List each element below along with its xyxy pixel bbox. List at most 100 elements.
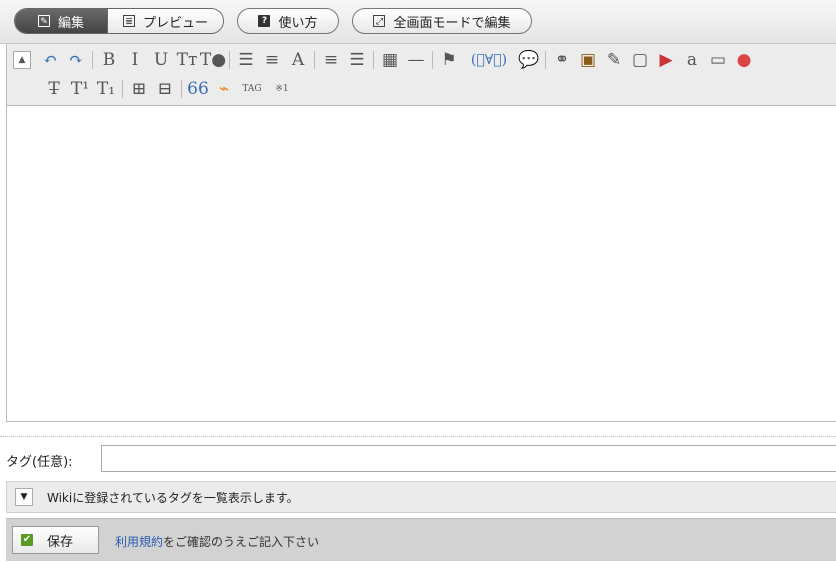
align-right-icon: ☰	[349, 50, 365, 70]
superscript-icon: T¹	[70, 79, 90, 99]
map-pin-button[interactable]: ●	[733, 49, 755, 71]
table-icon: ▦	[381, 50, 399, 70]
bold-button[interactable]: B	[98, 49, 120, 71]
toolbar-separator	[122, 80, 123, 98]
text-style-button[interactable]: A	[287, 49, 309, 71]
tag-label: タグ(任意):	[6, 455, 73, 470]
mode-bar: ✎ 編集 ≣ プレビュー ? 使い方 ⤢ 全画面モードで編集	[0, 0, 836, 44]
terms-link[interactable]: 利用規約	[115, 535, 163, 549]
text-style-icon: A	[291, 50, 305, 70]
subscript-button[interactable]: T₁	[95, 78, 117, 100]
font-size-icon: Tт	[176, 50, 198, 70]
numbered-list-button[interactable]: ≡	[261, 49, 283, 71]
align-center-button[interactable]: ≡	[320, 49, 342, 71]
quote-icon: 66	[187, 79, 209, 99]
strikethrough-button[interactable]: T̶	[43, 78, 65, 100]
footnote-button[interactable]: ※1	[269, 78, 295, 100]
horizontal-rule-button[interactable]: —	[405, 49, 427, 71]
underline-icon: U	[153, 50, 169, 70]
underline-button[interactable]: U	[150, 49, 172, 71]
tag-button[interactable]: TAG	[239, 78, 265, 100]
insert-before-button[interactable]: ⊞	[128, 78, 150, 100]
tag-input[interactable]	[101, 445, 836, 472]
video-button[interactable]: ▢	[629, 49, 651, 71]
toolbar-separator	[181, 80, 182, 98]
toolbar-separator	[229, 51, 230, 69]
chevron-down-icon: ▼	[20, 492, 28, 502]
insert-before-icon: ⊞	[131, 79, 147, 99]
footnote-icon: ※1	[275, 84, 289, 94]
fullscreen-label: 全画面モードで編集	[393, 15, 511, 31]
redo-icon: ↷	[68, 50, 84, 70]
emoticon-icon: (ﾟ∀ﾟ)	[470, 52, 508, 68]
editor-area	[6, 106, 836, 422]
stamp-button[interactable]: ⚑	[438, 49, 460, 71]
rss-button[interactable]: ⌁	[213, 78, 235, 100]
tag-list-toggle-row[interactable]: ▼ Wikiに登録されているタグを一覧表示します。	[6, 481, 836, 513]
link-icon: ⚭	[554, 50, 570, 70]
amazon-button[interactable]: a	[681, 49, 703, 71]
toolbar-separator	[373, 51, 374, 69]
tag-icon: TAG	[242, 84, 262, 94]
image-button[interactable]: ▣	[577, 49, 599, 71]
collapse-toolbar-button[interactable]: ▲	[13, 51, 31, 69]
italic-button[interactable]: I	[124, 49, 146, 71]
preview-icon: ≣	[122, 15, 135, 27]
youtube-button[interactable]: ▶	[655, 49, 677, 71]
rss-icon: ⌁	[218, 79, 230, 99]
youtube-icon: ▶	[659, 50, 673, 70]
edit-mode-label: 編集	[57, 15, 84, 31]
emoticon-button[interactable]: (ﾟ∀ﾟ)	[464, 49, 514, 71]
save-button[interactable]: ✔ 保存	[12, 526, 99, 554]
fullscreen-icon: ⤢	[373, 15, 386, 27]
game-icon: ▭	[709, 50, 727, 70]
edit-mode-tab[interactable]: ✎ 編集	[15, 9, 107, 33]
bullet-list-button[interactable]: ☰	[235, 49, 257, 71]
horizontal-rule-icon: —	[407, 50, 425, 70]
image-icon: ▣	[579, 50, 597, 70]
strikethrough-icon: T̶	[48, 79, 60, 99]
preview-mode-tab[interactable]: ≣ プレビュー	[107, 9, 223, 33]
wiki-body-editor[interactable]	[7, 106, 836, 421]
undo-button[interactable]: ↶	[39, 49, 61, 71]
video-icon: ▢	[631, 50, 649, 70]
fullscreen-button[interactable]: ⤢ 全画面モードで編集	[352, 8, 532, 34]
insert-after-icon: ⊟	[157, 79, 173, 99]
toolbar-row-1: ▲ ↶ ↷ B I U Tт T● ☰ ≡ A ≡ ☰ ▦ — ⚑ (ﾟ∀ﾟ) 💬 ⚭ ▣ ✎ ▢ ▶ a ▭ ●	[13, 48, 759, 72]
terms-note-text: をご確認のうえご記入下さい	[163, 535, 320, 549]
text-color-button[interactable]: T●	[200, 49, 226, 71]
link-button[interactable]: ⚭	[551, 49, 573, 71]
toolbar-separator	[545, 51, 546, 69]
toolbar-separator	[432, 51, 433, 69]
tag-list-toggle-text: Wikiに登録されているタグを一覧表示します。	[47, 491, 299, 505]
edit-icon: ✎	[37, 15, 50, 27]
amazon-icon: a	[686, 50, 698, 70]
expand-tag-list-button[interactable]: ▼	[15, 488, 33, 506]
bullet-list-icon: ☰	[238, 50, 254, 70]
speech-bubble-icon: 💬	[518, 50, 540, 70]
terms-note: 利用規約をご確認のうえご記入下さい	[115, 533, 319, 550]
font-size-button[interactable]: Tт	[176, 49, 198, 71]
quote-button[interactable]: 66	[187, 78, 209, 100]
paint-icon: ✎	[606, 50, 622, 70]
insert-after-button[interactable]: ⊟	[154, 78, 176, 100]
mode-switch: ✎ 編集 ≣ プレビュー	[14, 8, 224, 34]
align-right-button[interactable]: ☰	[346, 49, 368, 71]
toolbar-row-2: T̶ T¹ T₁ ⊞ ⊟ 66 ⌁ TAG ※1	[43, 77, 299, 101]
bold-icon: B	[102, 50, 116, 70]
tag-row: タグ(任意):	[0, 444, 836, 474]
table-button[interactable]: ▦	[379, 49, 401, 71]
redo-button[interactable]: ↷	[65, 49, 87, 71]
speech-bubble-button[interactable]: 💬	[518, 49, 540, 71]
help-icon: ?	[258, 15, 271, 27]
undo-icon: ↶	[42, 50, 58, 70]
toolbar-separator	[314, 51, 315, 69]
numbered-list-icon: ≡	[264, 50, 280, 70]
paint-button[interactable]: ✎	[603, 49, 625, 71]
preview-mode-label: プレビュー	[142, 15, 208, 31]
game-button[interactable]: ▭	[707, 49, 729, 71]
help-label: 使い方	[278, 15, 318, 31]
help-button[interactable]: ? 使い方	[237, 8, 339, 34]
superscript-button[interactable]: T¹	[69, 78, 91, 100]
check-icon: ✔	[21, 534, 33, 546]
